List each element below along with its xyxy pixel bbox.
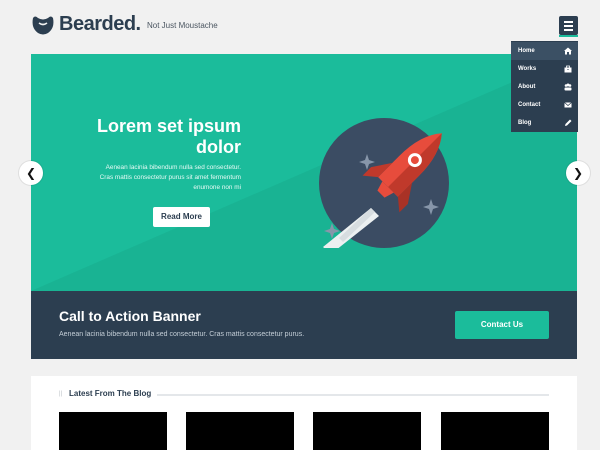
nav-item-about[interactable]: About [511, 78, 578, 96]
blog-post-thumbnail[interactable] [59, 412, 167, 450]
slider-prev-button[interactable]: ❮ [19, 161, 43, 185]
home-icon [564, 47, 572, 55]
section-divider [157, 394, 549, 396]
envelope-icon [564, 102, 572, 108]
cta-title: Call to Action Banner [59, 308, 201, 324]
tagline: Not Just Moustache [147, 21, 218, 30]
hero-text: Aenean lacinia bibendum nulla sed consec… [99, 164, 241, 191]
users-icon [564, 83, 572, 91]
hero-title: Lorem set ipsum dolor [96, 116, 241, 157]
blog-section-title: Latest From The Blog [69, 389, 152, 398]
nav-item-label: About [518, 84, 536, 90]
latest-blog-section: || Latest From The Blog [31, 376, 577, 450]
nav-item-label: Works [518, 66, 537, 72]
nav-item-label: Contact [518, 102, 541, 108]
beard-icon[interactable] [31, 14, 55, 36]
site-header: Bearded. Not Just Moustache [0, 0, 600, 54]
menu-toggle-button[interactable] [559, 16, 578, 35]
nav-dropdown-menu: Home Works About Contact Blog [511, 41, 578, 132]
brand-name[interactable]: Bearded. [59, 13, 141, 36]
blog-post-thumbnail[interactable] [186, 412, 294, 450]
read-more-button[interactable]: Read More [153, 207, 210, 227]
chevron-left-icon: ❮ [25, 166, 37, 180]
menu-toggle-indicator [559, 35, 578, 37]
pencil-icon [565, 119, 572, 126]
rocket-illustration [319, 118, 449, 248]
contact-us-button[interactable]: Contact Us [455, 311, 549, 339]
hamburger-icon [564, 21, 573, 23]
section-marker: || [59, 391, 63, 397]
slider-next-button[interactable]: ❯ [566, 161, 590, 185]
chevron-right-icon: ❯ [572, 166, 584, 180]
nav-item-works[interactable]: Works [511, 60, 578, 78]
nav-item-contact[interactable]: Contact [511, 96, 578, 114]
call-to-action-banner: Call to Action Banner Aenean lacinia bib… [31, 291, 577, 359]
nav-item-blog[interactable]: Blog [511, 114, 578, 132]
hero-slider: Lorem set ipsum dolor Aenean lacinia bib… [31, 54, 577, 291]
briefcase-icon [564, 65, 572, 73]
nav-item-label: Home [518, 48, 535, 54]
nav-item-label: Blog [518, 120, 532, 126]
blog-post-thumbnail[interactable] [313, 412, 421, 450]
nav-item-home[interactable]: Home [511, 42, 578, 60]
cta-text: Aenean lacinia bibendum nulla sed consec… [59, 331, 305, 338]
blog-post-thumbnail[interactable] [441, 412, 549, 450]
